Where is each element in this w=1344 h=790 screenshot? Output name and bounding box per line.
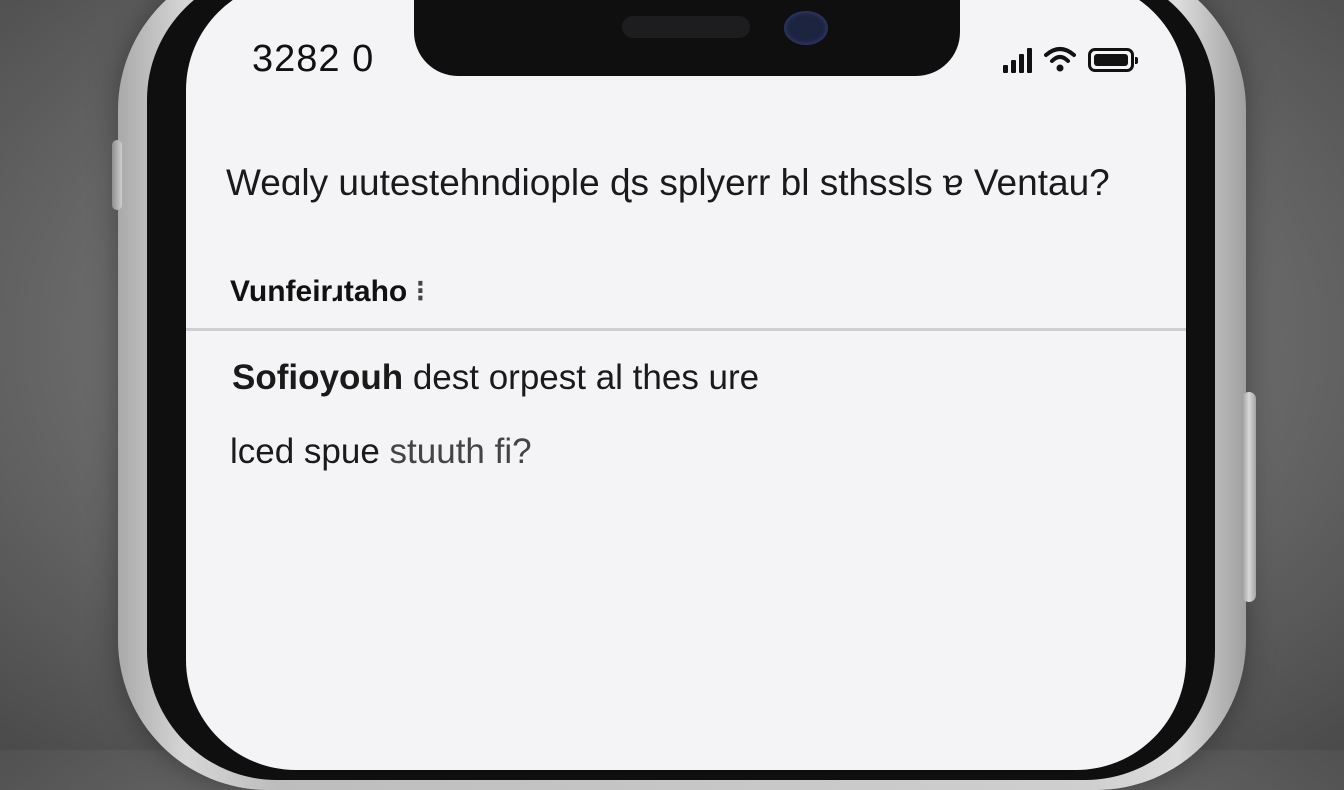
cellular-signal-icon (1003, 47, 1032, 73)
status-time: 3282 0 (252, 38, 375, 80)
question-text: Weɑly uutestehndiople ɖs splyerr bl sths… (226, 162, 1110, 203)
battery-icon (1088, 48, 1138, 72)
section-marker: ⁝ (415, 275, 426, 308)
divider (186, 328, 1186, 331)
speaker-grille (622, 16, 750, 38)
answer-line-1[interactable]: Sofioyouh dest orpest al thes ure (232, 358, 759, 398)
status-icons (1003, 40, 1138, 80)
phone-screen: 3282 0 Weɑly uutestehndiople ɖs splyerr … (186, 0, 1186, 770)
wifi-icon (1044, 47, 1076, 72)
front-camera (784, 11, 828, 45)
answer-line-1-bold: Sofioyouh (232, 358, 404, 397)
answer-line-2-rest: stuuth fi? (379, 432, 532, 471)
section-heading-label: Vunfeirɹtaho (230, 275, 408, 308)
side-button (1242, 392, 1256, 602)
section-heading: Vunfeirɹtaho ⁝ (230, 274, 425, 309)
answer-line-2-bold: lced spue (230, 432, 380, 471)
answer-line-1-rest: dest orpest al thes ure (403, 358, 760, 397)
volume-button (112, 140, 122, 210)
answer-line-2[interactable]: lced spue stuuth fi? (230, 432, 532, 472)
notch (414, 0, 960, 76)
